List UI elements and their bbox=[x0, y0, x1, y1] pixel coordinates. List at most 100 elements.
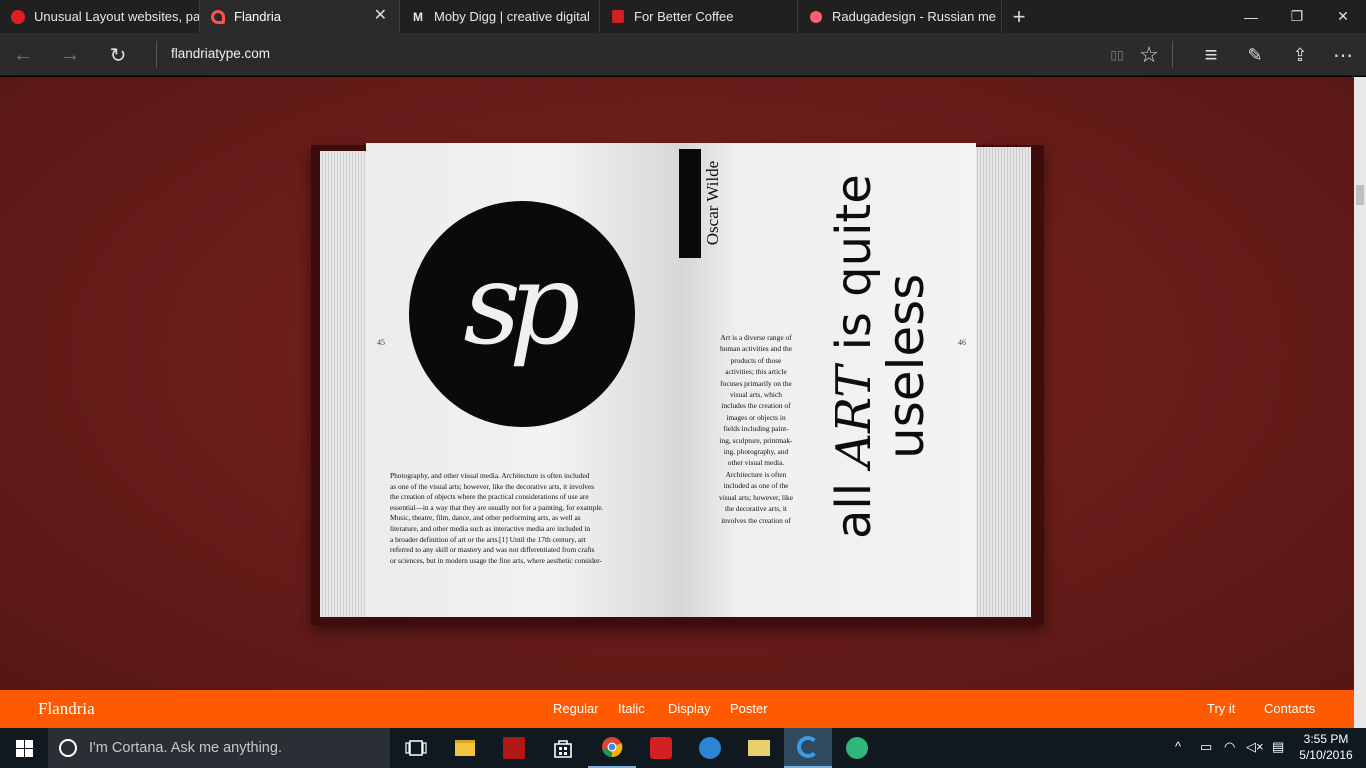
text-line: referred to any skill or mastery and was… bbox=[390, 545, 595, 555]
scrollbar-thumb[interactable] bbox=[1356, 185, 1364, 205]
reading-view-icon[interactable]: ▯▯ bbox=[1104, 42, 1130, 68]
back-button[interactable]: ← bbox=[10, 42, 36, 68]
text-line: activities; this article bbox=[725, 367, 787, 377]
search-placeholder: I'm Cortana. Ask me anything. bbox=[89, 740, 282, 756]
task-view-glyph bbox=[405, 740, 427, 756]
forward-button[interactable]: → bbox=[57, 42, 83, 68]
quote-line-2: useless bbox=[877, 273, 935, 459]
close-window-button[interactable]: ✕ bbox=[1320, 0, 1366, 33]
creative-cloud-icon[interactable] bbox=[637, 728, 685, 768]
nav-link-try-it[interactable]: Try it bbox=[1207, 701, 1235, 716]
coffee-icon bbox=[610, 9, 626, 25]
battery-icon[interactable]: ▭ bbox=[1200, 739, 1212, 755]
taskbar: I'm Cortana. Ask me anything. ^ ▭ ◠ ◁× ▤… bbox=[0, 728, 1366, 768]
author-bar bbox=[679, 149, 701, 258]
app-red-icon[interactable] bbox=[490, 728, 538, 768]
store-icon[interactable] bbox=[539, 728, 587, 768]
nav-link-regular[interactable]: Regular bbox=[553, 701, 599, 716]
app-atom-glyph bbox=[846, 737, 868, 759]
quote-line-1: all ART is quite bbox=[826, 174, 882, 539]
action-center-icon[interactable]: ▤ bbox=[1272, 739, 1284, 755]
app-folder-icon[interactable] bbox=[735, 728, 783, 768]
red-circle-icon bbox=[10, 9, 26, 25]
wifi-icon[interactable]: ◠ bbox=[1224, 739, 1235, 755]
site-brand[interactable]: Flandria bbox=[38, 699, 95, 719]
app-blue-icon[interactable] bbox=[686, 728, 734, 768]
cortana-icon bbox=[59, 739, 77, 757]
tab-radugadesign[interactable]: Radugadesign - Russian me bbox=[798, 0, 1002, 33]
page-number-left: 45 bbox=[377, 338, 385, 347]
text-line: involves the creation of bbox=[721, 515, 791, 525]
page-number-right: 46 bbox=[958, 338, 966, 347]
text-line: human activities and the bbox=[719, 344, 793, 354]
text-line: the creation of objects where the practi… bbox=[390, 492, 589, 502]
more-icon[interactable]: ⋯ bbox=[1330, 42, 1356, 68]
clock-time: 3:55 PM bbox=[1303, 732, 1349, 746]
text-line: included as one of the bbox=[723, 481, 789, 491]
page-stack-right bbox=[975, 147, 1031, 617]
flandria-logo-icon bbox=[210, 9, 226, 25]
text-line: Art is a diverse range of bbox=[720, 333, 792, 342]
text-line: Photography, and other visual media. Arc… bbox=[390, 471, 590, 480]
text-line: the decorative arts, it bbox=[725, 504, 787, 514]
divider bbox=[156, 41, 157, 68]
page-content: sp 45 46 Photography, and other visual m… bbox=[0, 77, 1354, 690]
show-hidden-icons[interactable]: ^ bbox=[1175, 739, 1181, 754]
minimize-button[interactable]: — bbox=[1228, 0, 1274, 33]
text-line: ing, sculpture, printmak- bbox=[719, 435, 793, 445]
left-paragraph: Photography, and other visual media. Arc… bbox=[390, 471, 652, 566]
text-line: visual arts, which bbox=[730, 390, 782, 400]
app-red-glyph bbox=[503, 737, 525, 759]
tab-label: Unusual Layout websites, pa bbox=[34, 9, 199, 24]
text-line: or sciences, but in modern usage the fin… bbox=[390, 555, 602, 565]
text-line: focuses primarily on the bbox=[720, 378, 792, 388]
chrome-icon[interactable] bbox=[588, 728, 636, 768]
folder-glyph bbox=[455, 740, 475, 756]
refresh-button[interactable]: ↻ bbox=[105, 42, 131, 68]
share-icon[interactable]: ⇪ bbox=[1287, 42, 1313, 68]
tab-flandria[interactable]: Flandria ✕ bbox=[200, 0, 400, 33]
tab-label: Radugadesign - Russian me bbox=[832, 9, 997, 24]
edge-icon[interactable] bbox=[784, 728, 832, 768]
cortana-search[interactable]: I'm Cortana. Ask me anything. bbox=[48, 728, 390, 768]
tab-for-better-coffee[interactable]: For Better Coffee bbox=[600, 0, 798, 33]
nav-link-display[interactable]: Display bbox=[668, 701, 711, 716]
text-line: ing, photography, and bbox=[723, 447, 789, 457]
text-line: products of those bbox=[730, 355, 782, 365]
url-field[interactable]: flandriatype.com bbox=[171, 46, 270, 61]
favorite-star-icon[interactable]: ☆ bbox=[1136, 42, 1162, 68]
tab-moby-digg[interactable]: M Moby Digg | creative digital bbox=[400, 0, 600, 33]
new-tab-button[interactable]: + bbox=[1002, 0, 1036, 33]
address-bar: ← → ↻ flandriatype.com ▯▯ ☆ ≡ ✎ ⇪ ⋯ bbox=[0, 33, 1366, 76]
app-folder-glyph bbox=[748, 740, 770, 756]
nav-link-poster[interactable]: Poster bbox=[730, 701, 768, 716]
clock[interactable]: 3:55 PM 5/10/2016 bbox=[1298, 731, 1354, 763]
volume-mute-icon[interactable]: ◁× bbox=[1246, 739, 1264, 755]
text-line: Music, theatre, film, dance, and other p… bbox=[390, 513, 581, 523]
start-button[interactable] bbox=[0, 728, 48, 768]
sp-logo: sp bbox=[409, 201, 635, 427]
task-view-icon[interactable] bbox=[392, 728, 440, 768]
hub-icon[interactable]: ≡ bbox=[1198, 42, 1224, 68]
tab-bar: Unusual Layout websites, pa Flandria ✕ M… bbox=[0, 0, 1366, 33]
file-explorer-icon[interactable] bbox=[441, 728, 489, 768]
web-note-icon[interactable]: ✎ bbox=[1242, 42, 1268, 68]
nav-link-italic[interactable]: Italic bbox=[618, 701, 645, 716]
scrollbar[interactable] bbox=[1354, 77, 1366, 728]
tab-label: Moby Digg | creative digital bbox=[434, 9, 590, 24]
text-line: visual arts; however, like bbox=[719, 492, 793, 502]
restore-button[interactable]: ❐ bbox=[1274, 0, 1320, 33]
page-stack-left bbox=[320, 151, 368, 617]
quote-text: all bbox=[826, 467, 882, 539]
text-line: includes the creation of bbox=[721, 401, 791, 411]
quote-emphasis: ART bbox=[826, 365, 882, 468]
sp-logo-text: sp bbox=[463, 240, 580, 370]
text-line: literature, and other media such as inte… bbox=[390, 523, 591, 533]
app-atom-icon[interactable] bbox=[833, 728, 881, 768]
site-navigation: Flandria Regular Italic Display Poster T… bbox=[0, 690, 1354, 728]
tab-unusual-layout[interactable]: Unusual Layout websites, pa bbox=[0, 0, 200, 33]
tab-label: For Better Coffee bbox=[634, 9, 734, 24]
nav-link-contacts[interactable]: Contacts bbox=[1264, 701, 1315, 716]
close-tab-icon[interactable]: ✕ bbox=[374, 8, 387, 24]
text-line: images or objects in bbox=[726, 412, 786, 422]
